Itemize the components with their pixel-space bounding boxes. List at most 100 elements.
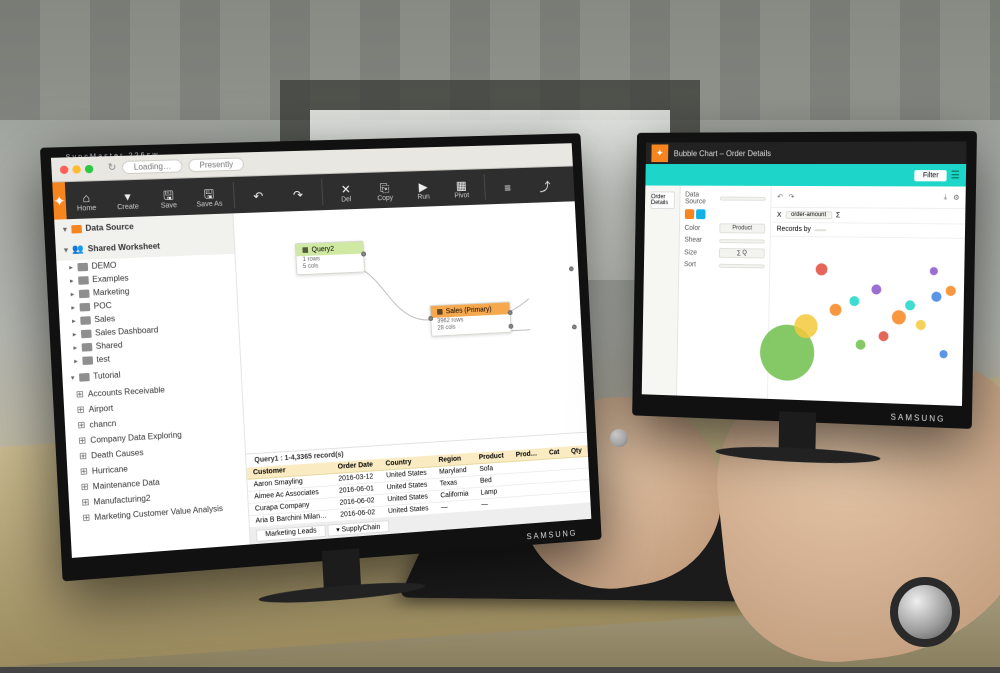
toolbar-action-button[interactable]: ⤴ bbox=[526, 176, 564, 194]
reload-icon[interactable]: ↻ bbox=[107, 162, 116, 174]
right-monitor: SAMSUNG ✦ Bubble Chart – Order Details F… bbox=[632, 131, 977, 429]
traffic-light-minimize-icon[interactable] bbox=[72, 165, 81, 173]
worksheet-icon: ⊞ bbox=[81, 497, 89, 509]
bubble-point[interactable] bbox=[872, 284, 882, 294]
bubble-point[interactable] bbox=[916, 319, 926, 329]
color-swatches[interactable] bbox=[685, 209, 766, 220]
toolbar-home-button[interactable]: ⌂Home bbox=[65, 187, 108, 213]
bubble-point[interactable] bbox=[856, 340, 866, 350]
enc-shear-chip[interactable] bbox=[719, 239, 765, 244]
traffic-light-zoom-icon[interactable] bbox=[85, 164, 94, 172]
bubble-point[interactable] bbox=[815, 263, 827, 275]
bubble-point[interactable] bbox=[878, 331, 888, 341]
tree-label: Sales Dashboard bbox=[95, 325, 159, 337]
tree-label: DEMO bbox=[91, 261, 116, 271]
data-source-chip[interactable] bbox=[720, 197, 766, 201]
redo-icon[interactable]: ↷ bbox=[789, 192, 795, 200]
bubble-point[interactable] bbox=[945, 285, 955, 295]
bubble-point[interactable] bbox=[829, 304, 841, 316]
node-meta: 5 cols bbox=[303, 263, 319, 270]
filter-button[interactable]: Filter bbox=[915, 170, 947, 181]
tree-label: Airport bbox=[88, 404, 113, 415]
toolbar-del-button[interactable]: ✕Del bbox=[326, 179, 366, 204]
sheet-tab[interactable]: Marketing Leads bbox=[256, 525, 326, 542]
enc-color-chip[interactable]: Product bbox=[719, 223, 765, 233]
swatch-a-icon[interactable] bbox=[685, 209, 695, 219]
database-icon bbox=[71, 224, 82, 233]
y-shelf-token[interactable] bbox=[815, 229, 827, 231]
toolbar-item-icon: ▦ bbox=[442, 178, 481, 193]
bubble-point[interactable] bbox=[849, 296, 859, 306]
worksheet-icon: ⊞ bbox=[77, 420, 85, 432]
folder-icon bbox=[78, 289, 89, 298]
records-label: Records by bbox=[777, 226, 811, 233]
undo-icon[interactable]: ↶ bbox=[777, 192, 783, 200]
tree-label: chancn bbox=[89, 419, 116, 430]
toolbar-save-as-button[interactable]: 🖫Save As bbox=[188, 183, 230, 209]
tree-section-label: Shared Worksheet bbox=[88, 241, 161, 253]
bubble-point[interactable] bbox=[905, 300, 915, 310]
toolbar-pivot-button[interactable]: ▦Pivot bbox=[442, 175, 481, 200]
tree-section-label: Tutorial bbox=[93, 370, 121, 381]
menu-icon[interactable]: ☰ bbox=[951, 170, 960, 181]
enc-size-chip[interactable]: ∑ Q bbox=[719, 248, 765, 259]
bubble-chart[interactable] bbox=[772, 241, 961, 402]
toolbar-copy-button[interactable]: ⎘Copy bbox=[365, 178, 405, 203]
tree-section-label: Data Source bbox=[85, 222, 134, 233]
toolbar-item-icon: ▶ bbox=[404, 179, 443, 194]
toolbar-item-icon: ↶ bbox=[238, 188, 279, 203]
tree-label: Maintenance Data bbox=[93, 478, 160, 492]
node-meta: 28 cols bbox=[437, 325, 455, 332]
enc-size-label: Size bbox=[684, 249, 716, 256]
folder-icon bbox=[82, 356, 93, 365]
toolbar-run-button[interactable]: ▶Run bbox=[403, 176, 443, 201]
table-icon: ▦ bbox=[302, 246, 309, 254]
flow-node-sales[interactable]: ▦Sales (Primary) 3962 rows 28 cols bbox=[430, 301, 512, 336]
flow-endpoint-icon[interactable] bbox=[572, 324, 577, 329]
tab-loading[interactable]: Loading… bbox=[122, 159, 182, 174]
app-body: Data Source 👥 Shared Worksheet DEMOExamp… bbox=[54, 201, 591, 558]
toolbar-item-icon: ⌂ bbox=[65, 190, 107, 206]
workflow-canvas[interactable]: ▦Query2 1 rows 5 cols ▦Sales (Primary) 3… bbox=[233, 201, 591, 544]
bubble-point[interactable] bbox=[932, 291, 942, 301]
app-logo-icon[interactable]: ✦ bbox=[651, 144, 668, 162]
worksheet-icon: ⊞ bbox=[76, 404, 84, 416]
tree-label: Hurricane bbox=[92, 464, 128, 476]
bubble-point[interactable] bbox=[929, 267, 937, 275]
worksheet-icon: ⊞ bbox=[76, 389, 84, 401]
tree-label: test bbox=[96, 354, 110, 364]
y-shelf[interactable]: Records by bbox=[771, 223, 965, 239]
toolbar-create-button[interactable]: ▾Create bbox=[106, 186, 148, 212]
folder-icon bbox=[80, 329, 91, 338]
flow-area[interactable]: ▦Query2 1 rows 5 cols ▦Sales (Primary) 3… bbox=[233, 201, 586, 453]
cell bbox=[568, 491, 591, 504]
toolbar-item-icon: ≡ bbox=[488, 180, 526, 195]
traffic-light-close-icon[interactable] bbox=[60, 165, 69, 173]
monitor-brand: SAMSUNG bbox=[526, 529, 577, 542]
tree-label: POC bbox=[93, 301, 111, 311]
toolbar-action-button[interactable]: ↷ bbox=[278, 184, 318, 202]
toolbar-save-button[interactable]: 🖫Save bbox=[147, 184, 189, 210]
bubble-point[interactable] bbox=[939, 349, 947, 357]
gear-icon[interactable]: ⚙ bbox=[953, 193, 960, 201]
page-tile[interactable]: Order Details bbox=[650, 191, 674, 209]
x-shelf-token[interactable]: order-amount bbox=[785, 211, 832, 219]
swatch-b-icon[interactable] bbox=[696, 209, 706, 219]
toolbar-action-button[interactable]: ↶ bbox=[238, 185, 279, 203]
enc-sort-chip[interactable] bbox=[719, 263, 765, 268]
flow-endpoint-icon[interactable] bbox=[569, 266, 574, 271]
tree-label: Shared bbox=[96, 340, 123, 351]
flow-node-query2[interactable]: ▦Query2 1 rows 5 cols bbox=[295, 241, 365, 276]
tab-presently[interactable]: Presently bbox=[188, 157, 244, 172]
page-rail: Order Details bbox=[642, 186, 681, 396]
bubble-point[interactable] bbox=[794, 314, 818, 339]
download-icon[interactable]: ⤓ bbox=[944, 193, 947, 201]
enc-sort-label: Sort bbox=[684, 261, 716, 268]
filter-bar: Filter ☰ bbox=[645, 164, 966, 187]
toolbar-action-button[interactable]: ≡ bbox=[488, 177, 526, 195]
x-shelf[interactable]: X order-amount Σ bbox=[771, 208, 965, 225]
data-source-label: Data Source bbox=[685, 192, 717, 206]
sheet-tab[interactable]: ▾ SupplyChain bbox=[327, 520, 389, 537]
bubble-point[interactable] bbox=[892, 310, 906, 325]
node-meta: 1 rows bbox=[302, 256, 320, 263]
